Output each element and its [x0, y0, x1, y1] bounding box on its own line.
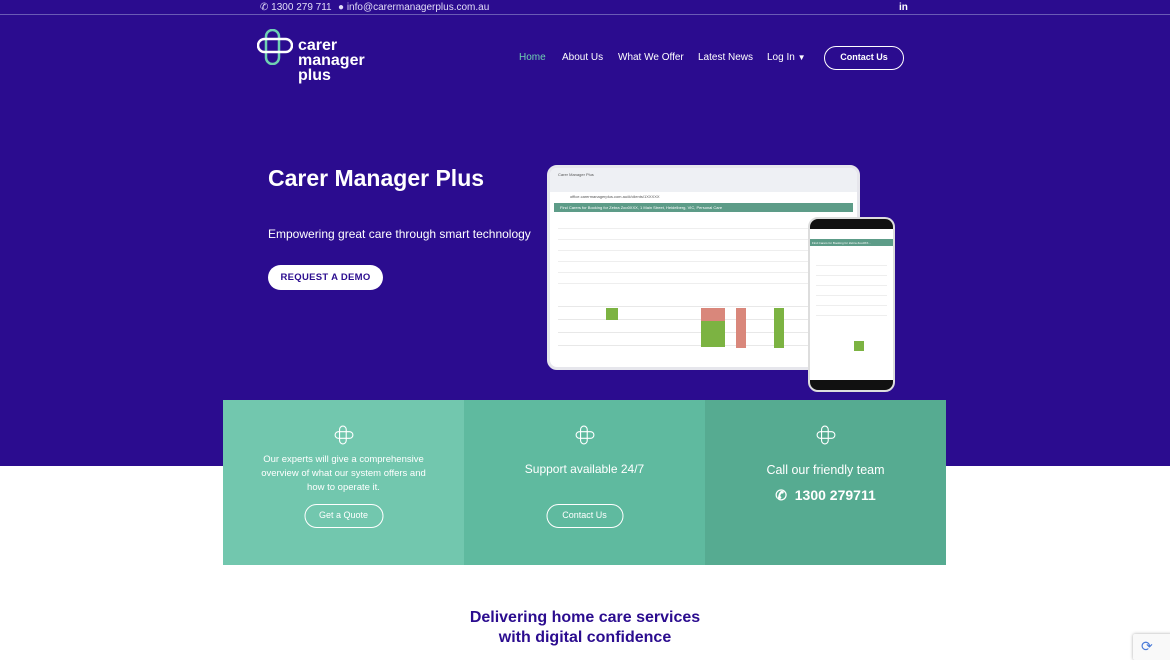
nav-log-in-label: Log In	[767, 52, 795, 63]
logo-line: manager	[298, 52, 365, 69]
recaptcha-icon: ⟳	[1141, 638, 1153, 654]
topbar-email-text: info@carermanagerplus.com.au	[346, 2, 490, 13]
cross-logo-icon	[575, 425, 594, 445]
browser-tab: Carer Manager Plus	[550, 168, 857, 192]
mockup-banner: Find Carers for Booking for Zebra Zoo0XX…	[554, 203, 853, 212]
contact-us-card-button[interactable]: Contact Us	[546, 504, 623, 528]
phone-number: 1300 279711	[794, 487, 876, 503]
nav-log-in[interactable]: Log In ▼	[767, 52, 806, 63]
tagline-line: with digital confidence	[498, 629, 672, 646]
cross-logo-icon	[816, 425, 835, 445]
card-text: Call our friendly team	[766, 463, 885, 477]
topbar-phone-text: 1300 279 711	[271, 2, 332, 13]
nav-home[interactable]: Home	[519, 52, 546, 63]
linkedin-icon[interactable]: in	[899, 2, 908, 13]
browser-url: office.carermanagerplus.com.au/#/clients…	[570, 194, 660, 199]
logo-line: plus	[298, 67, 331, 84]
nav-what-we-offer[interactable]: What We Offer	[618, 52, 684, 63]
hero-section: ✆ 1300 279 711 ● info@carermanagerplus.c…	[0, 0, 1170, 466]
chevron-down-icon: ▼	[797, 53, 806, 62]
logo-line: carer	[298, 37, 338, 54]
logo-cross-icon	[257, 29, 293, 65]
card-text: Support available 24/7	[524, 462, 645, 476]
card-quote: Our experts will give a comprehensive ov…	[223, 400, 464, 565]
feature-cards: Our experts will give a comprehensive ov…	[223, 400, 946, 565]
get-a-quote-button[interactable]: Get a Quote	[304, 504, 383, 528]
mockup-table	[558, 294, 849, 354]
phone-number-link[interactable]: ✆ 1300 279711	[705, 487, 946, 504]
tagline-line: Delivering home care services	[469, 609, 701, 626]
logo[interactable]: carer manager plus	[257, 29, 387, 89]
hero-title: Carer Manager Plus	[268, 165, 485, 191]
request-demo-button[interactable]: REQUEST A DEMO	[268, 265, 383, 290]
phone-mockup: Find Carers for Booking for Zebra Zoo0XX…	[808, 217, 895, 392]
card-support: Support available 24/7 Contact Us	[464, 400, 705, 565]
topbar-email[interactable]: ● info@carermanagerplus.com.au	[338, 2, 489, 13]
nav-latest-news[interactable]: Latest News	[698, 52, 753, 63]
recaptcha-badge[interactable]: ⟳	[1133, 634, 1170, 660]
top-bar: ✆ 1300 279 711 ● info@carermanagerplus.c…	[0, 0, 1170, 15]
card-call: Call our friendly team ✆ 1300 279711	[705, 400, 946, 565]
tagline-heading: Delivering home care services with digit…	[0, 608, 1170, 648]
hero-subtitle: Empowering great care through smart tech…	[268, 227, 531, 241]
logo-text: carer manager plus	[298, 37, 365, 84]
nav-about-us[interactable]: About Us	[562, 52, 603, 63]
card-text: Our experts will give a comprehensive ov…	[261, 454, 426, 493]
phone-banner: Find Carers for Booking for Zebra Zoo0XX…	[810, 239, 893, 246]
cross-logo-icon	[334, 425, 353, 445]
contact-us-button[interactable]: Contact Us	[824, 46, 904, 70]
phone-icon: ✆	[775, 487, 787, 503]
mockup-form	[558, 218, 849, 288]
topbar-phone[interactable]: ✆ 1300 279 711	[260, 2, 332, 13]
